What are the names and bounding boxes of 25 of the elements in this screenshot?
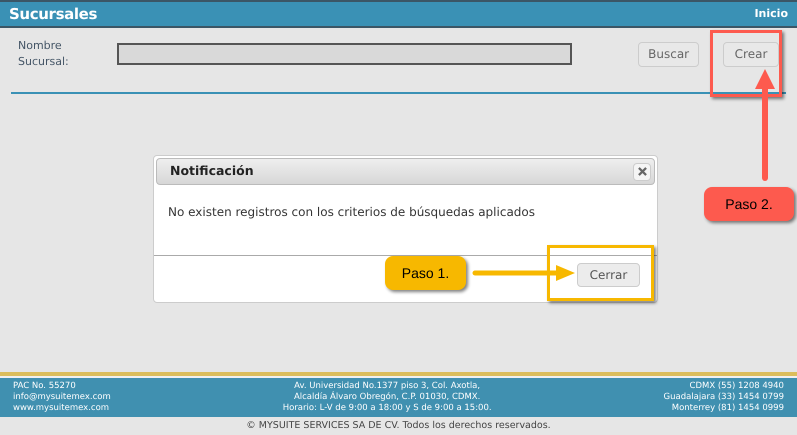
close-dialog-button[interactable]: Cerrar bbox=[577, 263, 640, 287]
address-text: Alcaldía Álvaro Obregón, C.P. 01030, CDMX. bbox=[294, 392, 480, 403]
dialog-title: Notificación bbox=[170, 162, 254, 180]
dialog-message: No existen registros con los criterios de búsquedas aplicados bbox=[168, 204, 536, 221]
address-text: Horario: L-V de 9:00 a 18:00 y S de 9:00 a 15:00. bbox=[282, 403, 492, 414]
phone-text: CDMX (55) 1208 4940 bbox=[690, 381, 784, 392]
arrow-icon bbox=[472, 264, 576, 282]
step-callout: Paso 2. bbox=[704, 187, 794, 221]
arrow-icon bbox=[754, 68, 776, 181]
footer-text: info@mysuitemex.com bbox=[13, 392, 111, 403]
footer-text: PAC No. 55270 bbox=[13, 381, 77, 392]
close-button[interactable] bbox=[633, 162, 651, 180]
field-label: Nombre Sucursal: bbox=[18, 38, 70, 70]
create-button[interactable]: Crear bbox=[723, 42, 779, 66]
page-title: Sucursales bbox=[9, 4, 97, 25]
close-icon bbox=[638, 167, 646, 176]
branch-name-field[interactable] bbox=[117, 43, 572, 65]
footer-text: www.mysuitemex.com bbox=[13, 403, 110, 414]
phone-text: Guadalajara (33) 1454 0799 bbox=[664, 392, 784, 403]
address-text: Av. Universidad No.1377 piso 3, Col. Axotla, bbox=[294, 381, 480, 391]
home-link[interactable]: Inicio bbox=[754, 6, 788, 22]
step-callout: Paso 1. bbox=[385, 256, 466, 290]
copyright-text: © MYSUITE SERVICES SA DE CV. Todos los derechos reservados. bbox=[246, 418, 551, 433]
search-button[interactable]: Buscar bbox=[638, 42, 700, 66]
phone-text: Monterrey (81) 1454 0999 bbox=[672, 403, 784, 414]
